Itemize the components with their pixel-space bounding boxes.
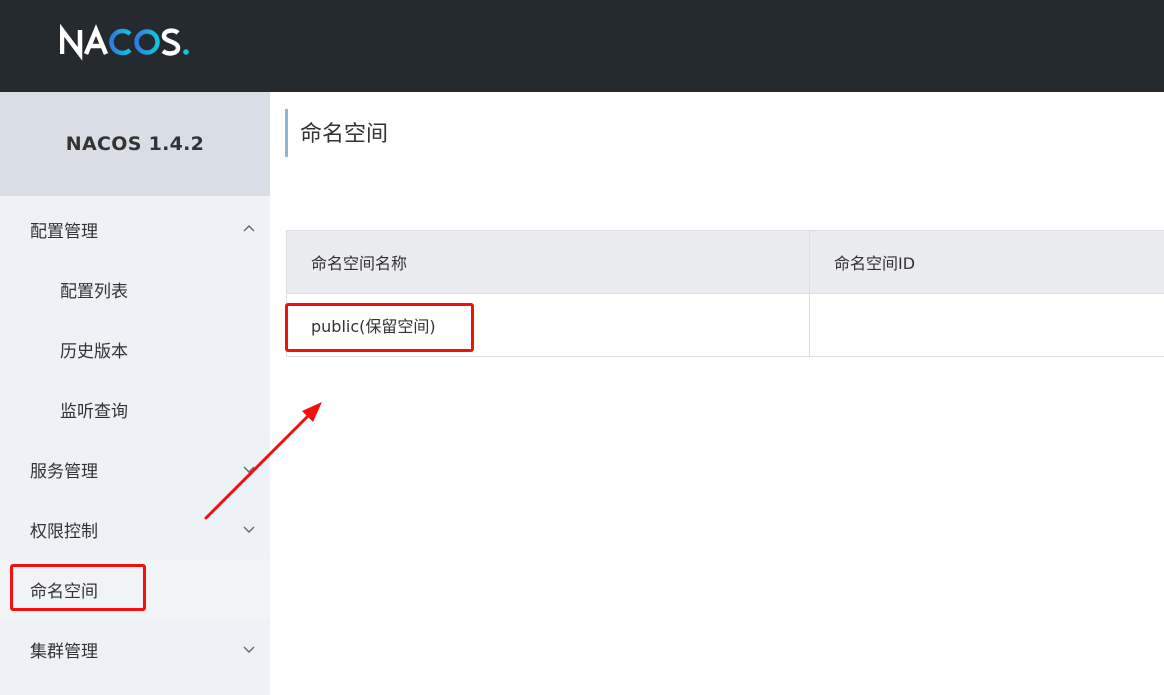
column-header-namespace-name[interactable]: 命名空间名称	[287, 231, 810, 293]
sidebar-item-cluster-management[interactable]: 集群管理	[0, 619, 270, 679]
column-header-namespace-id[interactable]: 命名空间ID	[810, 231, 1164, 293]
title-accent-bar	[285, 109, 288, 157]
sidebar: NACOS 1.4.2 配置管理 配置列表 历史版本 监听查询 服务管理 权限控…	[0, 92, 270, 695]
top-header	[0, 0, 1164, 92]
sidebar-item-history-version[interactable]: 历史版本	[0, 319, 270, 379]
chevron-down-icon	[243, 526, 255, 533]
table-header: 命名空间名称 命名空间ID	[287, 231, 1164, 294]
chevron-up-icon	[243, 225, 255, 232]
sidebar-item-access-control[interactable]: 权限控制	[0, 499, 270, 559]
sidebar-item-namespace[interactable]: 命名空间	[0, 559, 270, 619]
sidebar-item-label: 历史版本	[60, 341, 128, 362]
sidebar-item-label: 配置管理	[30, 221, 98, 242]
chevron-down-icon	[243, 466, 255, 473]
sidebar-item-label: 监听查询	[60, 401, 128, 422]
namespace-table: 命名空间名称 命名空间ID public(保留空间)	[286, 230, 1164, 357]
sidebar-item-label: 配置列表	[60, 281, 128, 302]
sidebar-item-config-management[interactable]: 配置管理	[0, 199, 270, 259]
cell-namespace-id	[810, 294, 1164, 356]
chevron-down-icon	[243, 646, 255, 653]
version-label: NACOS 1.4.2	[65, 133, 205, 155]
sidebar-item-label: 命名空间	[30, 581, 98, 602]
nacos-logo[interactable]	[60, 22, 210, 62]
sidebar-item-config-list[interactable]: 配置列表	[0, 259, 270, 319]
cell-namespace-name: public(保留空间)	[287, 294, 810, 356]
sidebar-item-label: 服务管理	[30, 461, 98, 482]
version-banner: NACOS 1.4.2	[0, 92, 270, 196]
sidebar-item-service-management[interactable]: 服务管理	[0, 439, 270, 499]
page-title: 命名空间	[300, 122, 389, 147]
sidebar-item-label: 集群管理	[30, 641, 98, 662]
table-row[interactable]: public(保留空间)	[287, 294, 1164, 356]
sidebar-item-listener-query[interactable]: 监听查询	[0, 379, 270, 439]
sidebar-item-label: 权限控制	[30, 521, 98, 542]
